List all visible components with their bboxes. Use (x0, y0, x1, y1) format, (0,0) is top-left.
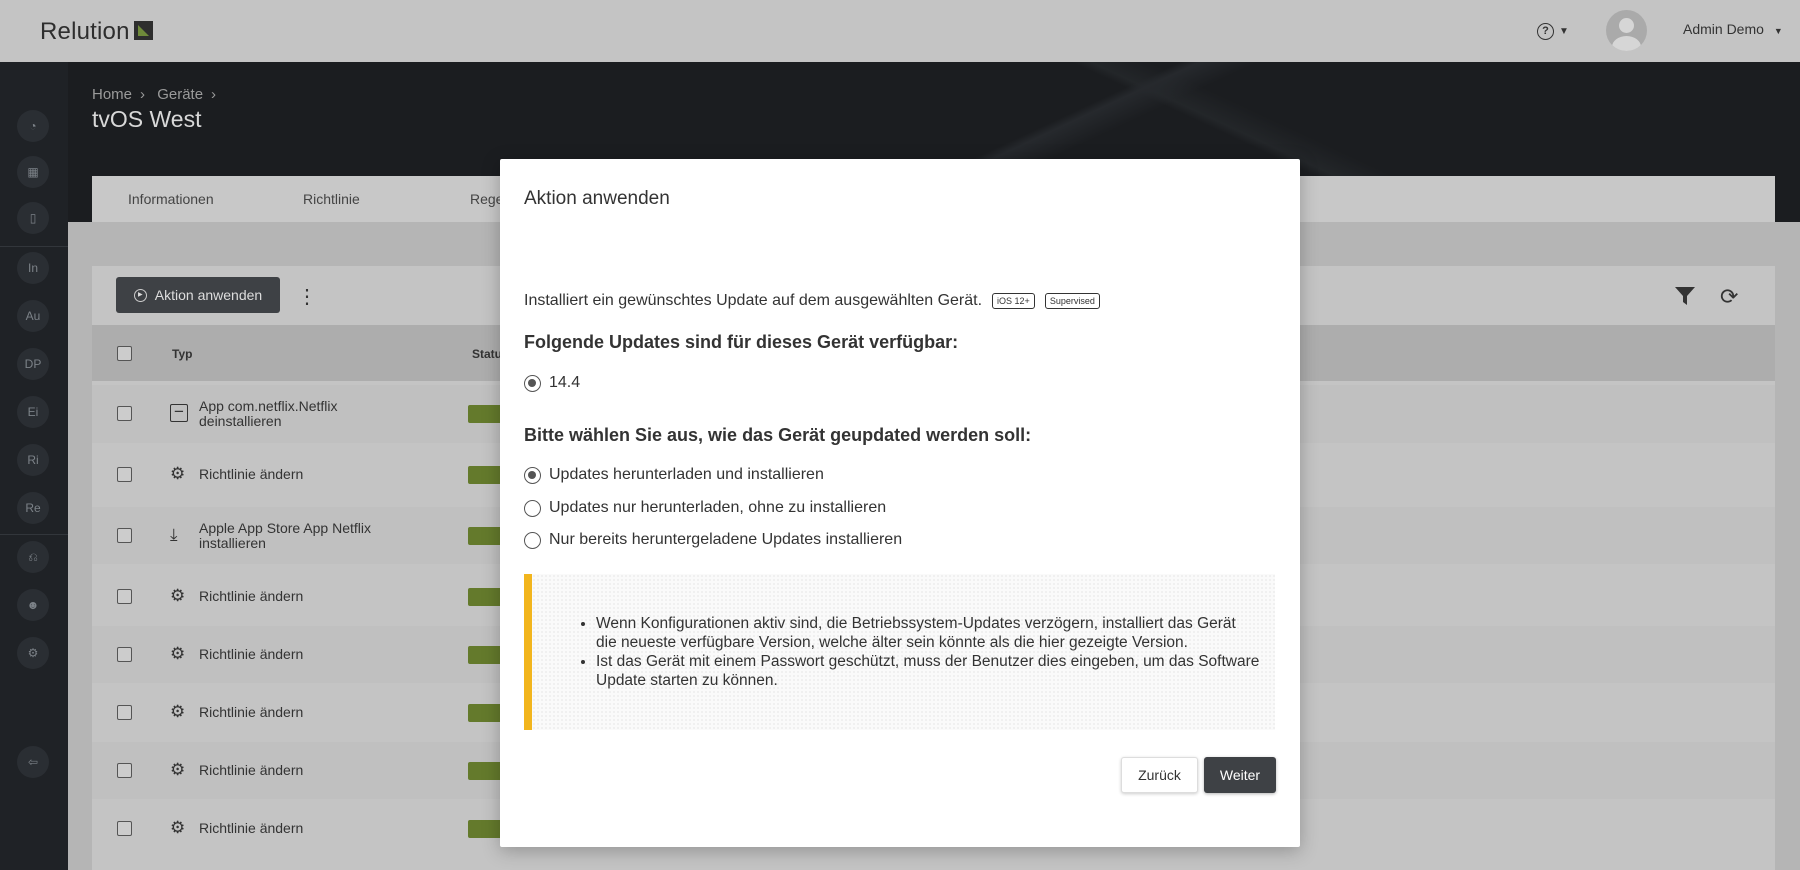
update-version-option[interactable]: 14.4 (524, 374, 580, 392)
option-download-only[interactable]: Updates nur herunterladen, ohne zu insta… (524, 499, 886, 517)
next-button[interactable]: Weiter (1204, 757, 1276, 793)
note-item: Ist das Gerät mit einem Passwort geschüt… (596, 652, 1260, 690)
apply-action-dialog: Aktion anwenden Installiert ein gewünsch… (500, 159, 1300, 847)
note-item: Wenn Konfigurationen aktiv sind, die Bet… (596, 614, 1260, 652)
note-list: Wenn Konfigurationen aktiv sind, die Bet… (596, 614, 1260, 690)
ios-version-badge: iOS 12+ (992, 293, 1035, 309)
option-label: Updates herunterladen und installieren (549, 466, 824, 483)
action-description: Installiert ein gewünschtes Update auf d… (524, 292, 1100, 310)
option-download-and-install-radio[interactable] (524, 466, 541, 484)
option-install-downloaded[interactable]: Nur bereits heruntergeladene Updates ins… (524, 531, 902, 549)
update-mode-heading: Bitte wählen Sie aus, wie das Gerät geup… (524, 425, 1032, 445)
updates-heading: Folgende Updates sind für dieses Gerät v… (524, 332, 959, 352)
description-text: Installiert ein gewünschtes Update auf d… (524, 292, 983, 309)
option-download-only-radio[interactable] (524, 499, 541, 517)
back-button[interactable]: Zurück (1121, 757, 1198, 793)
dialog-title: Aktion anwenden (524, 188, 670, 209)
warning-note: Wenn Konfigurationen aktiv sind, die Bet… (524, 574, 1275, 730)
option-label: Nur bereits heruntergeladene Updates ins… (549, 531, 903, 548)
update-version-label: 14.4 (549, 374, 581, 391)
update-version-radio[interactable] (524, 374, 541, 392)
option-install-downloaded-radio[interactable] (524, 531, 541, 549)
supervised-badge: Supervised (1044, 293, 1100, 309)
option-download-and-install[interactable]: Updates herunterladen und installieren (524, 466, 824, 484)
option-label: Updates nur herunterladen, ohne zu insta… (549, 499, 887, 516)
